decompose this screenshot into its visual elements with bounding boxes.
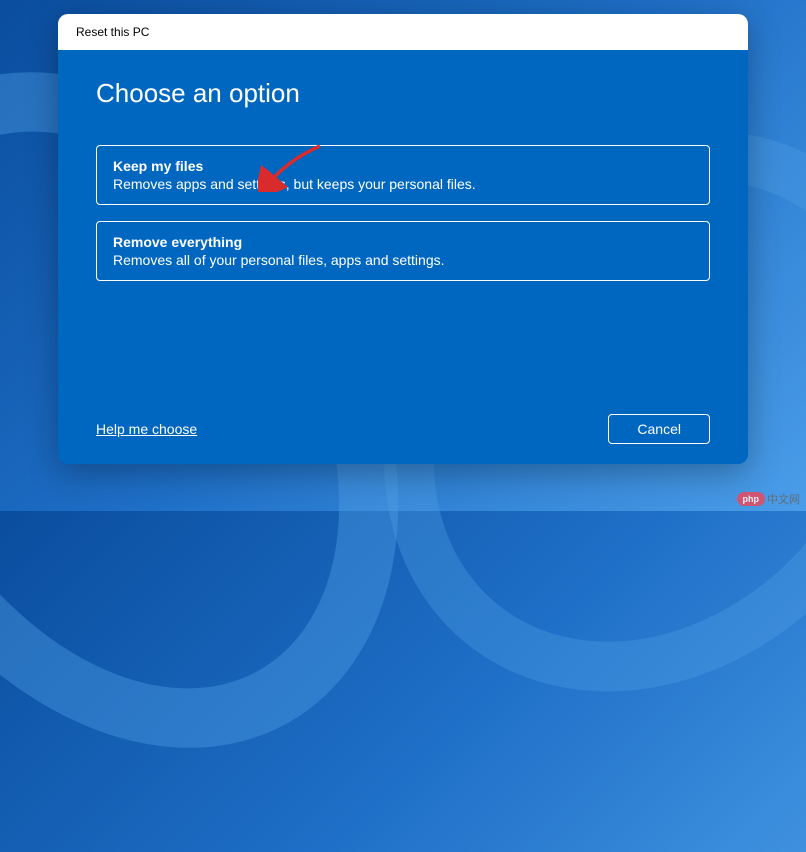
cancel-button[interactable]: Cancel [608, 414, 710, 444]
reset-pc-dialog: Reset this PC Choose an option Keep my f… [58, 14, 748, 464]
option-description: Removes all of your personal files, apps… [113, 252, 693, 268]
dialog-body: Choose an option Keep my files Removes a… [58, 50, 748, 464]
option-remove-everything[interactable]: Remove everything Removes all of your pe… [96, 221, 710, 281]
option-description: Removes apps and settings, but keeps you… [113, 176, 693, 192]
dialog-title: Reset this PC [76, 25, 149, 39]
watermark: php 中文网 [737, 491, 801, 507]
options-list: Keep my files Removes apps and settings,… [96, 145, 710, 281]
page-heading: Choose an option [96, 78, 710, 109]
dialog-titlebar: Reset this PC [58, 14, 748, 50]
option-title: Remove everything [113, 234, 693, 250]
watermark-badge: php [737, 492, 766, 506]
help-me-choose-link[interactable]: Help me choose [96, 421, 197, 437]
dialog-footer: Help me choose Cancel [96, 404, 710, 444]
option-title: Keep my files [113, 158, 693, 174]
watermark-text: 中文网 [767, 491, 800, 507]
option-keep-my-files[interactable]: Keep my files Removes apps and settings,… [96, 145, 710, 205]
